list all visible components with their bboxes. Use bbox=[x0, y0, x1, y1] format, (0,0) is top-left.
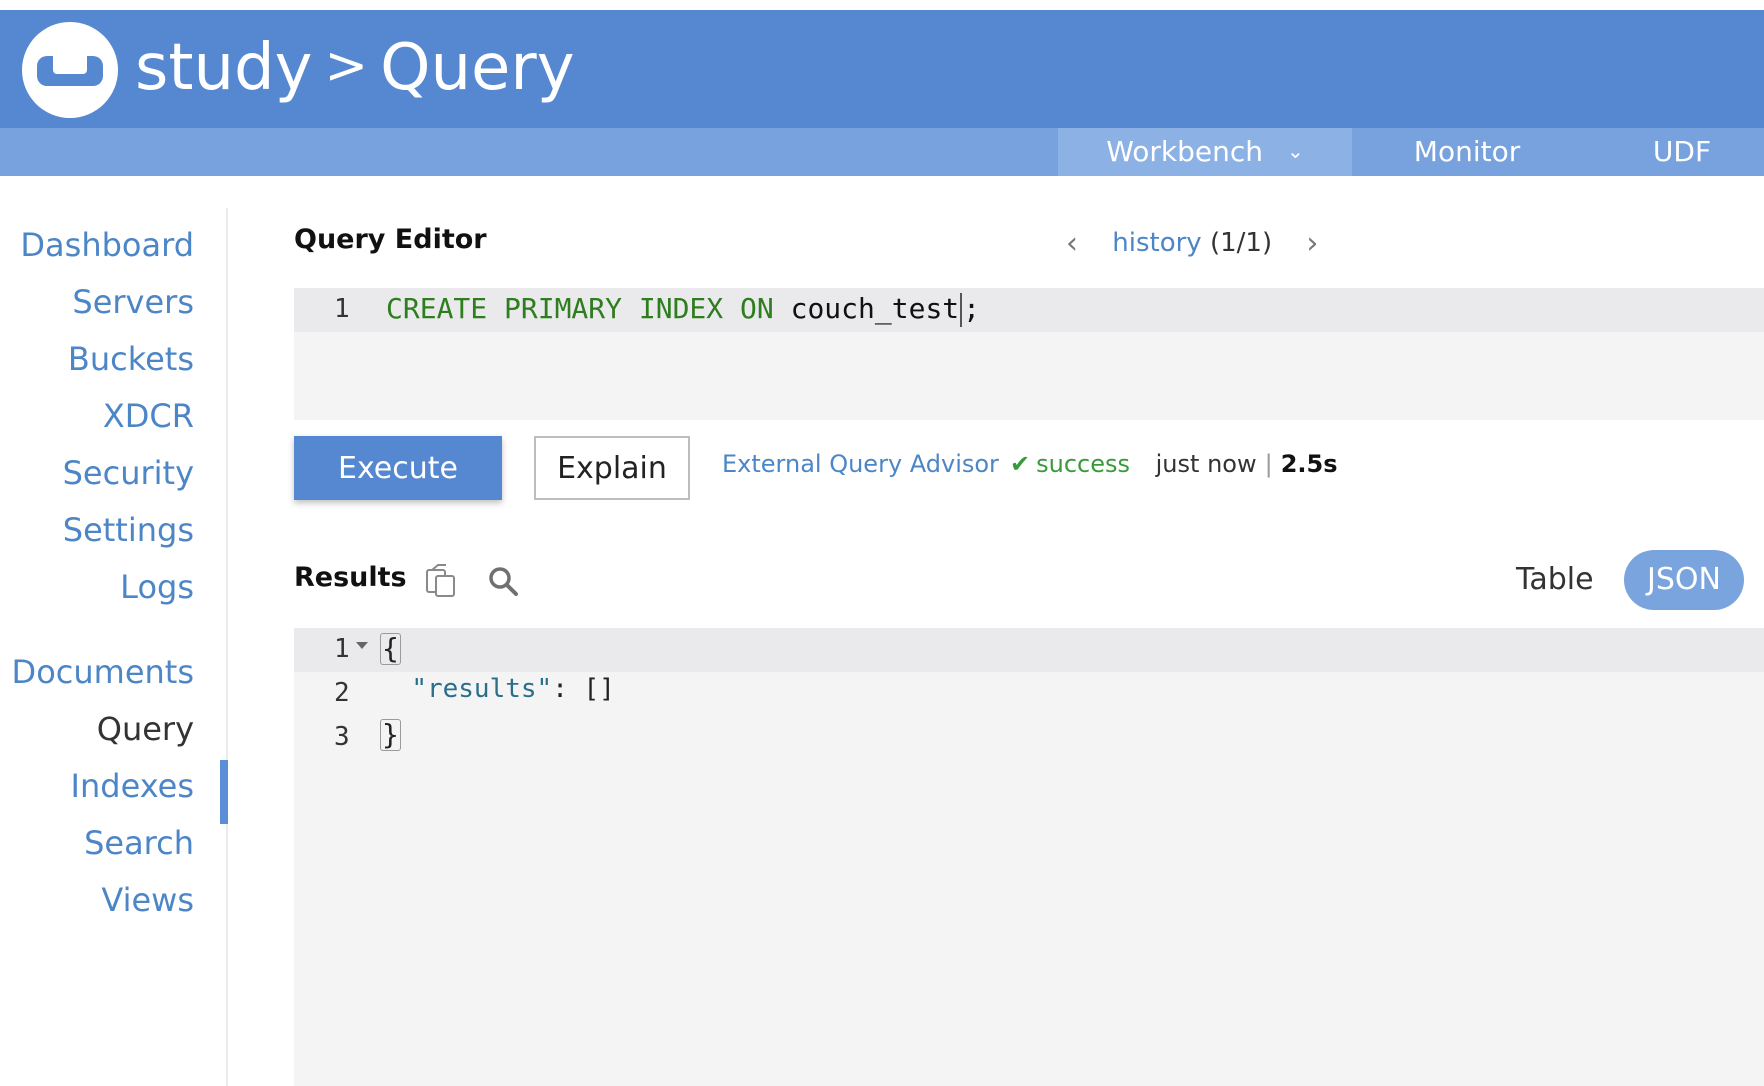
query-status: ✔ success just now | 2.5s bbox=[1010, 450, 1338, 478]
query-code[interactable]: CREATE PRIMARY INDEX ON couch_test; bbox=[386, 292, 980, 327]
close-brace: } bbox=[380, 718, 401, 751]
view-table-toggle[interactable]: Table bbox=[1516, 562, 1594, 597]
line-number: 2 bbox=[334, 678, 350, 708]
json-colon: : bbox=[552, 674, 568, 704]
query-editor[interactable]: 1 CREATE PRIMARY INDEX ON couch_test; bbox=[294, 288, 1764, 420]
json-value: [] bbox=[583, 674, 615, 704]
tab-udf[interactable]: UDF bbox=[1600, 128, 1764, 176]
sidebar-item-buckets[interactable]: Buckets bbox=[68, 340, 194, 378]
query-keywords: CREATE PRIMARY INDEX ON bbox=[386, 292, 774, 325]
sidebar-item-xdcr[interactable]: XDCR bbox=[103, 397, 194, 435]
status-time: just now bbox=[1155, 450, 1257, 478]
chevron-down-icon: ⌄ bbox=[1287, 139, 1304, 163]
query-duration: 2.5s bbox=[1280, 450, 1338, 478]
results-title: Results bbox=[294, 562, 407, 593]
active-line bbox=[294, 628, 1764, 672]
bucket-name[interactable]: study bbox=[135, 31, 313, 105]
history-count: (1/1) bbox=[1209, 228, 1273, 258]
sidebar-item-servers[interactable]: Servers bbox=[72, 283, 194, 321]
sidebar-item-dashboard[interactable]: Dashboard bbox=[20, 226, 194, 264]
couchbase-logo-icon[interactable] bbox=[22, 22, 118, 118]
view-json-toggle[interactable]: JSON bbox=[1624, 550, 1744, 610]
open-brace: { bbox=[380, 632, 401, 665]
results-viewer[interactable]: 1 { 2 "results": [] 3 } bbox=[294, 628, 1764, 1086]
tab-workbench-label: Workbench bbox=[1106, 135, 1264, 168]
query-identifier: couch_test bbox=[790, 292, 960, 325]
breadcrumb-separator-icon: > bbox=[324, 36, 369, 96]
line-number: 1 bbox=[334, 634, 350, 664]
history-prev-icon[interactable]: ‹ bbox=[1066, 226, 1078, 261]
sidebar-item-security[interactable]: Security bbox=[63, 454, 194, 492]
explain-button[interactable]: Explain bbox=[534, 436, 690, 500]
checkmark-icon: ✔ bbox=[1010, 450, 1031, 478]
fold-caret-icon[interactable] bbox=[356, 642, 368, 649]
sidebar-item-logs[interactable]: Logs bbox=[120, 568, 194, 606]
history-next-icon[interactable]: › bbox=[1306, 226, 1318, 261]
sidebar-item-settings[interactable]: Settings bbox=[63, 511, 194, 549]
page-name: Query bbox=[380, 31, 575, 105]
sidebar-item-views[interactable]: Views bbox=[101, 881, 194, 919]
results-line: { bbox=[380, 632, 401, 665]
sidebar-item-indexes[interactable]: Indexes bbox=[71, 767, 194, 805]
execute-button[interactable]: Execute bbox=[294, 436, 502, 500]
sidebar-item-documents[interactable]: Documents bbox=[12, 653, 194, 691]
json-key: "results" bbox=[411, 674, 553, 704]
page-title: study > Query bbox=[135, 28, 575, 112]
sidebar-item-search[interactable]: Search bbox=[84, 824, 194, 862]
copy-icon[interactable] bbox=[424, 564, 458, 598]
external-query-advisor-link[interactable]: External Query Advisor bbox=[722, 450, 999, 478]
tab-workbench[interactable]: Workbench ⌄ bbox=[1058, 128, 1352, 176]
sidebar-item-query[interactable]: Query bbox=[97, 710, 194, 748]
text-cursor bbox=[960, 293, 963, 327]
status-text: success bbox=[1036, 450, 1130, 478]
active-indicator bbox=[220, 760, 228, 824]
status-separator: | bbox=[1264, 450, 1273, 478]
query-terminator: ; bbox=[963, 292, 981, 325]
query-editor-title: Query Editor bbox=[294, 224, 487, 255]
sidebar: Dashboard Servers Buckets XDCR Security … bbox=[0, 208, 228, 1086]
history-link[interactable]: history bbox=[1112, 228, 1201, 258]
results-line: } bbox=[380, 718, 401, 751]
top-header: study > Query bbox=[0, 10, 1764, 128]
search-icon[interactable] bbox=[486, 564, 520, 598]
sub-navigation: Workbench ⌄ Monitor UDF bbox=[0, 128, 1764, 176]
line-number: 3 bbox=[334, 722, 350, 752]
history-nav: ‹ history (1/1) › bbox=[1066, 224, 1318, 261]
line-number: 1 bbox=[334, 294, 350, 324]
tab-monitor[interactable]: Monitor bbox=[1352, 128, 1582, 176]
results-line: "results": [] bbox=[380, 674, 615, 704]
